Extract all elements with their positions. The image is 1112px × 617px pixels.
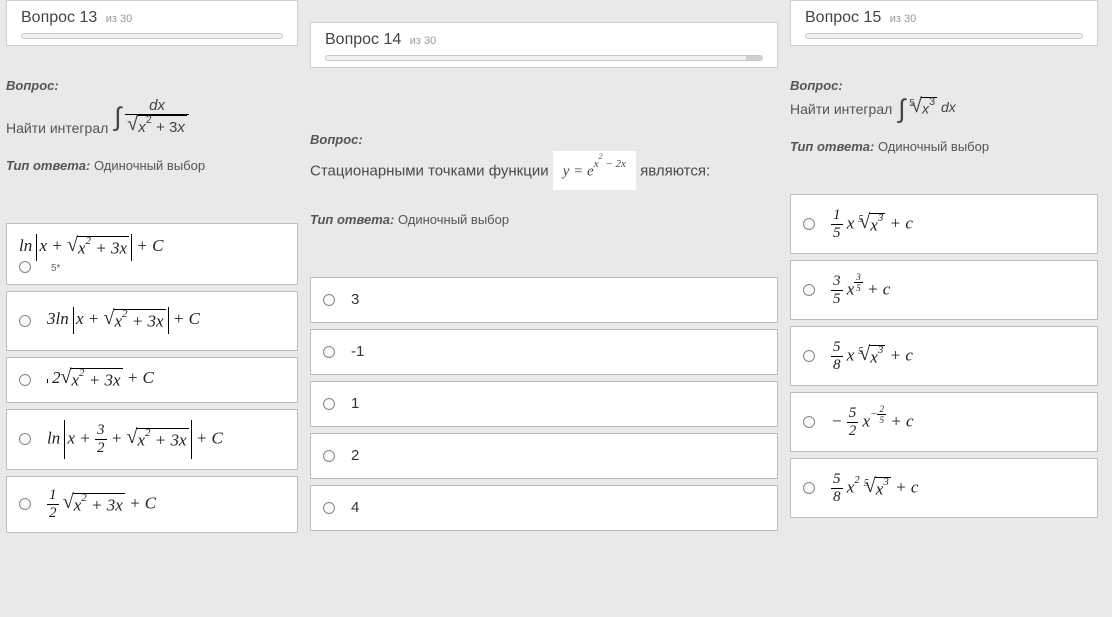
radio[interactable]	[323, 398, 335, 410]
option-4[interactable]: ln x + 32 + x2 + 3x + C	[6, 409, 298, 470]
option-1[interactable]: ln x + x2 + 3x + C 5*	[6, 223, 298, 285]
question-number: Вопрос 13	[21, 9, 102, 26]
question-number: Вопрос 15	[805, 9, 886, 26]
prompt-label: Вопрос:	[790, 78, 1098, 93]
option-5[interactable]: 12 x2 + 3x + C	[6, 476, 298, 533]
progress-bar	[805, 33, 1083, 39]
question-14: Вопрос 14 из 30 Вопрос: Стационарными то…	[304, 22, 784, 617]
option-4[interactable]: 2	[310, 433, 778, 479]
radio[interactable]	[19, 374, 31, 386]
question-13: Вопрос 13 из 30 Вопрос: Найти интеграл ∫…	[0, 0, 304, 617]
question-total: из 30	[410, 35, 437, 47]
radio[interactable]	[19, 315, 31, 327]
option-4[interactable]: − 52 x−25 + c	[790, 392, 1098, 452]
question-total: из 30	[106, 13, 133, 25]
prompt: Стационарными точками функции y = ex2 − …	[310, 151, 778, 190]
radio[interactable]	[803, 284, 815, 296]
radio[interactable]	[803, 218, 815, 230]
option-5[interactable]: 4	[310, 485, 778, 531]
option-2[interactable]: -1	[310, 329, 778, 375]
progress-bar	[21, 33, 283, 39]
question-number: Вопрос 14	[325, 31, 406, 48]
radio[interactable]	[323, 450, 335, 462]
radio[interactable]	[19, 433, 31, 445]
option-5[interactable]: 58 x25x3 + c	[790, 458, 1098, 518]
prompt: Найти интеграл ∫ dx x2 + 3x	[6, 97, 298, 136]
radio[interactable]	[323, 294, 335, 306]
radio[interactable]	[323, 502, 335, 514]
integral-expression: ∫5x3 dx	[898, 97, 955, 117]
radio[interactable]	[803, 416, 815, 428]
question-header: Вопрос 15 из 30	[790, 0, 1098, 46]
option-2[interactable]: 3ln x + x2 + 3x + C	[6, 291, 298, 351]
option-1[interactable]: 15 x5x3 + c	[790, 194, 1098, 254]
radio[interactable]	[803, 350, 815, 362]
option-2[interactable]: 35 x35 + c	[790, 260, 1098, 320]
answer-options: 15 x5x3 + c 35 x35 + c 58 x5x3 + c − 52 …	[790, 194, 1098, 524]
option-1[interactable]: 3	[310, 277, 778, 323]
function-expression: y = ex2 − 2x	[553, 151, 636, 190]
radio[interactable]	[803, 482, 815, 494]
radio[interactable]	[19, 498, 31, 510]
answer-type: Тип ответа: Одиночный выбор	[790, 139, 1098, 154]
option-3[interactable]: 2x2 + 3x + C	[6, 357, 298, 403]
radio[interactable]	[323, 346, 335, 358]
integral-expression: ∫ dx x2 + 3x	[114, 97, 189, 136]
option-3[interactable]: 1	[310, 381, 778, 427]
prompt-label: Вопрос:	[310, 132, 778, 147]
prompt: Найти интеграл ∫5x3 dx	[790, 97, 1098, 117]
option-3[interactable]: 58 x5x3 + c	[790, 326, 1098, 386]
question-15: Вопрос 15 из 30 Вопрос: Найти интеграл ∫…	[784, 0, 1104, 617]
answer-type: Тип ответа: Одиночный выбор	[310, 212, 778, 227]
progress-bar	[325, 55, 763, 61]
question-header: Вопрос 14 из 30	[310, 22, 778, 68]
prompt-label: Вопрос:	[6, 78, 298, 93]
question-total: из 30	[890, 13, 917, 25]
question-header: Вопрос 13 из 30	[6, 0, 298, 46]
answer-options: 3 -1 1 2 4	[310, 277, 778, 537]
answer-options: ln x + x2 + 3x + C 5* 3ln x + x2 + 3x + …	[6, 223, 298, 539]
answer-type: Тип ответа: Одиночный выбор	[6, 158, 298, 173]
